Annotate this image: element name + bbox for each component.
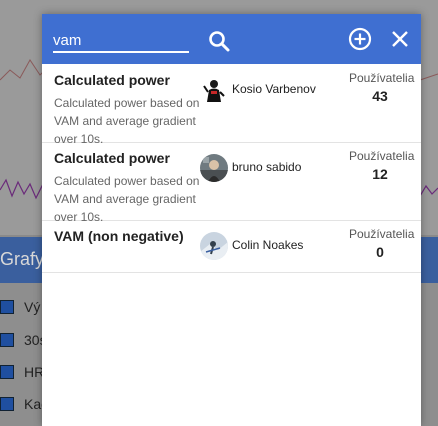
background-list-item: Vý — [0, 297, 40, 317]
result-title: VAM (non negative) — [54, 228, 184, 244]
avatar — [200, 232, 228, 260]
users-label: Používatelia — [349, 149, 415, 163]
close-icon[interactable] — [389, 28, 411, 50]
result-title: Calculated power — [54, 72, 170, 88]
checkbox-icon — [0, 397, 14, 411]
users-count: 43 — [372, 88, 388, 104]
result-title: Calculated power — [54, 150, 170, 166]
result-author: bruno sabido — [232, 160, 302, 174]
users-count: 0 — [376, 244, 384, 260]
checkbox-icon — [0, 333, 14, 347]
result-description: Calculated power based on VAM and averag… — [54, 96, 200, 146]
background-list-item: 30s — [0, 330, 47, 350]
add-circle-icon[interactable] — [347, 26, 373, 52]
users-label: Používatelia — [349, 71, 415, 85]
background-list-item: HR — [0, 362, 44, 382]
users-count: 12 — [372, 166, 388, 182]
result-author: Colin Noakes — [232, 238, 304, 252]
dialog-header — [42, 14, 421, 64]
users-label: Používatelia — [349, 227, 415, 241]
result-item[interactable]: Calculated power Calculated power based … — [42, 64, 421, 146]
result-author: Kosio Varbenov — [232, 82, 316, 96]
search-dialog: Calculated power Calculated power based … — [42, 14, 421, 426]
result-item[interactable]: Calculated power Calculated power based … — [42, 142, 421, 224]
search-input[interactable] — [53, 29, 189, 53]
checkbox-icon — [0, 365, 14, 379]
avatar — [200, 76, 228, 104]
result-description: Calculated power based on VAM and averag… — [54, 174, 200, 224]
checkbox-icon — [0, 300, 14, 314]
background-section-title: Grafy — [0, 249, 45, 269]
avatar — [200, 154, 228, 182]
result-item[interactable]: VAM (non negative) Colin Noakes Používat… — [42, 220, 421, 273]
search-icon[interactable] — [207, 29, 231, 53]
